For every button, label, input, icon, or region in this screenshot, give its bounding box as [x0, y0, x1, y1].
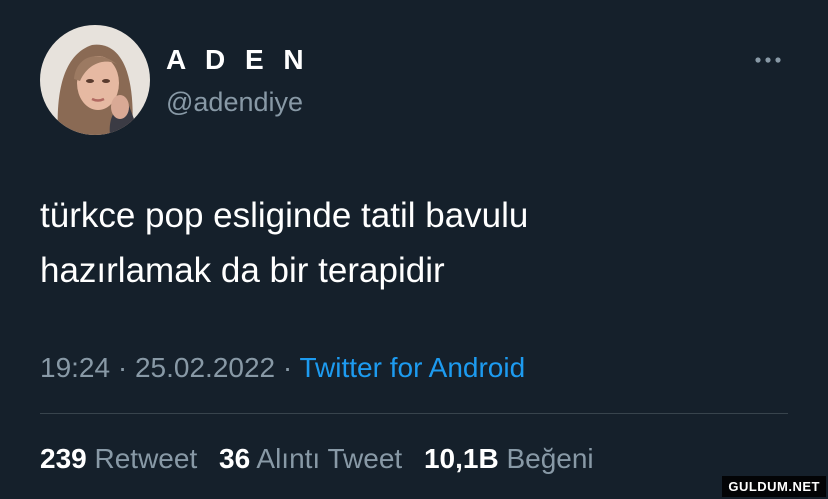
likes-stat[interactable]: 10,1B Beğeni: [424, 443, 594, 474]
tweet-date[interactable]: 25.02.2022: [135, 352, 275, 383]
watermark: GULDUM.NET: [722, 476, 826, 497]
more-horizontal-icon[interactable]: [752, 48, 788, 72]
avatar[interactable]: [40, 25, 150, 135]
tweet-text: türkce pop esliginde tatil bavulu hazırl…: [40, 188, 760, 298]
user-handle[interactable]: @adendiye: [166, 86, 303, 118]
display-name[interactable]: A D E N: [166, 43, 310, 77]
retweets-stat[interactable]: 239 Retweet: [40, 443, 197, 474]
quotes-label: Alıntı Tweet: [256, 443, 403, 474]
retweets-count: 239: [40, 443, 87, 474]
retweets-label: Retweet: [94, 443, 198, 474]
tweet-source-link[interactable]: Twitter for Android: [300, 352, 526, 383]
tweet-text-line: türkce pop esliginde tatil bavulu: [40, 196, 529, 235]
tweet-stats: 239 Retweet 36 Alıntı Tweet 10,1B Beğeni: [40, 441, 594, 477]
tweet-time[interactable]: 19:24: [40, 352, 110, 383]
quotes-count: 36: [219, 443, 251, 474]
likes-label: Beğeni: [506, 443, 594, 474]
meta-separator: ·: [282, 352, 293, 383]
meta-separator: ·: [117, 352, 128, 383]
avatar-image: [40, 25, 150, 135]
divider: [40, 413, 788, 414]
tweet-meta: 19:24 · 25.02.2022 · Twitter for Android: [40, 350, 525, 386]
tweet-text-line: hazırlamak da bir terapidir: [40, 251, 445, 290]
likes-count: 10,1B: [423, 443, 499, 474]
quotes-stat[interactable]: 36 Alıntı Tweet: [219, 443, 402, 474]
